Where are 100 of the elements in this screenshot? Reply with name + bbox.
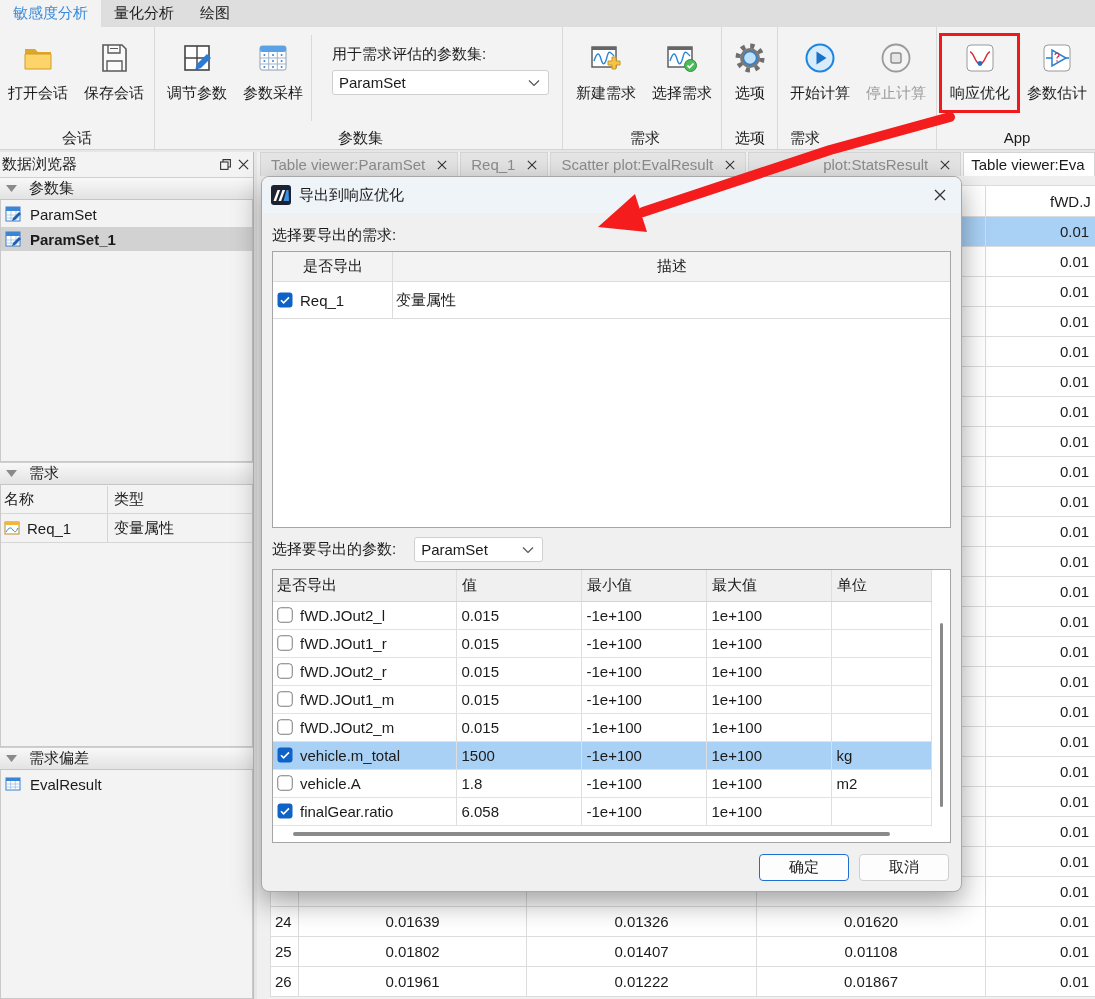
table-cell: -1e+100: [581, 797, 706, 825]
table-cell: 1e+100: [706, 741, 831, 769]
checkbox[interactable]: [277, 691, 293, 707]
table-cell: 0.01867: [756, 966, 986, 997]
table-cell: vehicle.m_total: [300, 746, 401, 764]
ribbon-button[interactable]: 参数采样: [235, 35, 311, 109]
row-number: 25: [270, 936, 299, 967]
checkbox[interactable]: [277, 607, 293, 623]
table-row[interactable]: vehicle.m_total 1500 -1e+100 1e+100 kg: [273, 741, 931, 769]
tree-item[interactable]: EvalResult: [1, 772, 252, 796]
table-cell: 0.01802: [298, 936, 527, 967]
checkbox[interactable]: [277, 663, 293, 679]
dropdown[interactable]: ParamSet: [332, 70, 549, 95]
table-cell: -1e+100: [581, 601, 706, 629]
ribbon-tab[interactable]: 量化分析: [101, 0, 187, 27]
table-row[interactable]: fWD.JOut2_l 0.015 -1e+100 1e+100: [273, 601, 931, 629]
close-icon[interactable]: [437, 159, 448, 170]
table-pencil-icon: [5, 231, 21, 247]
field-label: 用于需求评估的参数集:: [332, 45, 487, 62]
table-row[interactable]: finalGear.ratio 6.058 -1e+100 1e+100: [273, 797, 931, 825]
ribbon-button[interactable]: 调节参数: [159, 35, 235, 109]
ribbon-button[interactable]: 开始计算: [782, 35, 858, 109]
checkbox[interactable]: [277, 803, 293, 819]
scrollbar-thumb[interactable]: [939, 623, 943, 807]
section-header[interactable]: 需求: [0, 462, 253, 485]
app-logo-icon: [271, 185, 291, 205]
chart-icon: [4, 520, 20, 536]
table-row[interactable]: fWD.JOut2_r 0.015 -1e+100 1e+100: [273, 657, 931, 685]
table-row[interactable]: fWD.JOut1_m 0.015 -1e+100 1e+100: [273, 685, 931, 713]
table-pencil-icon: [5, 206, 21, 222]
table-cell: 1e+100: [706, 713, 831, 741]
dialog-button[interactable]: 确定: [759, 854, 849, 881]
restore-icon[interactable]: [220, 159, 231, 170]
table-cell: 0.01620: [756, 906, 986, 937]
scrollbar-thumb[interactable]: [293, 832, 890, 836]
column-header[interactable]: 描述: [393, 252, 950, 281]
play-icon: [804, 42, 836, 74]
ribbon-button[interactable]: 响应优化: [942, 36, 1017, 110]
column-header[interactable]: 最大值: [706, 570, 831, 601]
column-header[interactable]: fWD.J: [985, 185, 1095, 217]
table-cell: fWD.JOut2_m: [300, 718, 395, 736]
table-row[interactable]: fWD.JOut2_m 0.015 -1e+100 1e+100: [273, 713, 931, 741]
triangle-question-icon: [1041, 42, 1073, 74]
section-label: 选择要导出的需求:: [272, 226, 397, 244]
table-cell: 0.015: [456, 601, 581, 629]
checkbox[interactable]: [277, 719, 293, 735]
table-cell: fWD.JOut2_r: [300, 662, 387, 680]
close-icon[interactable]: [934, 189, 946, 201]
ribbon-button[interactable]: 参数估计: [1020, 35, 1094, 109]
table-cell: Req_1: [300, 291, 345, 309]
row-number: 24: [270, 906, 299, 937]
column-header[interactable]: 值: [456, 570, 581, 601]
checkbox[interactable]: [277, 747, 293, 763]
section-header[interactable]: 需求偏差: [0, 747, 253, 770]
close-icon[interactable]: [238, 159, 249, 170]
section-header[interactable]: 参数集: [0, 177, 253, 200]
close-icon[interactable]: [940, 159, 951, 170]
column-header[interactable]: 单位: [831, 570, 931, 601]
chevron-down-icon: [528, 78, 540, 87]
table-cell: 0.01222: [526, 966, 757, 997]
ribbon-tab[interactable]: 绘图: [187, 0, 243, 27]
ribbon-button[interactable]: 打开会话: [0, 35, 76, 109]
table-cell: 0.01407: [526, 936, 757, 967]
table-cell-text: 变量属性: [395, 289, 457, 310]
tree-item[interactable]: ParamSet_1: [1, 227, 252, 251]
group-label: 选项: [734, 129, 765, 147]
table-cell: 0.01961: [298, 966, 527, 997]
table-cell: 1.8: [456, 769, 581, 797]
ribbon-button[interactable]: 新建需求: [568, 35, 644, 109]
group-label: 会话: [62, 129, 92, 147]
table-cell: m2: [831, 769, 931, 797]
checkbox[interactable]: [277, 775, 293, 791]
column-header[interactable]: 是否导出: [273, 252, 393, 281]
ribbon-button[interactable]: 保存会话: [76, 35, 152, 109]
ribbon-button[interactable]: 选择需求: [644, 35, 720, 109]
table-row[interactable]: vehicle.A 1.8 -1e+100 1e+100 m2: [273, 769, 931, 797]
checkbox[interactable]: [277, 635, 293, 651]
group-label: App: [1003, 129, 1031, 147]
ribbon-button[interactable]: 选项: [722, 35, 778, 109]
document-tab[interactable]: Table viewer:Eva: [963, 152, 1095, 176]
dialog-button[interactable]: 取消: [859, 854, 949, 881]
table-cell: fWD.JOut1_r: [300, 634, 387, 652]
dropdown[interactable]: ParamSet: [414, 537, 544, 562]
table-cell: 0.015: [456, 685, 581, 713]
column-header[interactable]: 是否导出: [273, 570, 456, 601]
table-cell: -1e+100: [581, 741, 706, 769]
table-cell: 1e+100: [706, 685, 831, 713]
table-row[interactable]: fWD.JOut1_r 0.015 -1e+100 1e+100: [273, 629, 931, 657]
table-cell: fWD.JOut1_m: [300, 690, 395, 708]
group-label: 需求: [629, 129, 660, 147]
close-icon[interactable]: [725, 159, 736, 170]
close-icon[interactable]: [527, 159, 538, 170]
tree-item[interactable]: ParamSet: [1, 202, 252, 226]
column-header[interactable]: 最小值: [581, 570, 706, 601]
column-header[interactable]: 类型: [108, 486, 252, 513]
table-cell: -1e+100: [581, 685, 706, 713]
table-cell: 0.015: [456, 629, 581, 657]
checkbox[interactable]: [277, 292, 293, 308]
column-header[interactable]: 名称: [1, 486, 108, 513]
table-cell: -1e+100: [581, 657, 706, 685]
